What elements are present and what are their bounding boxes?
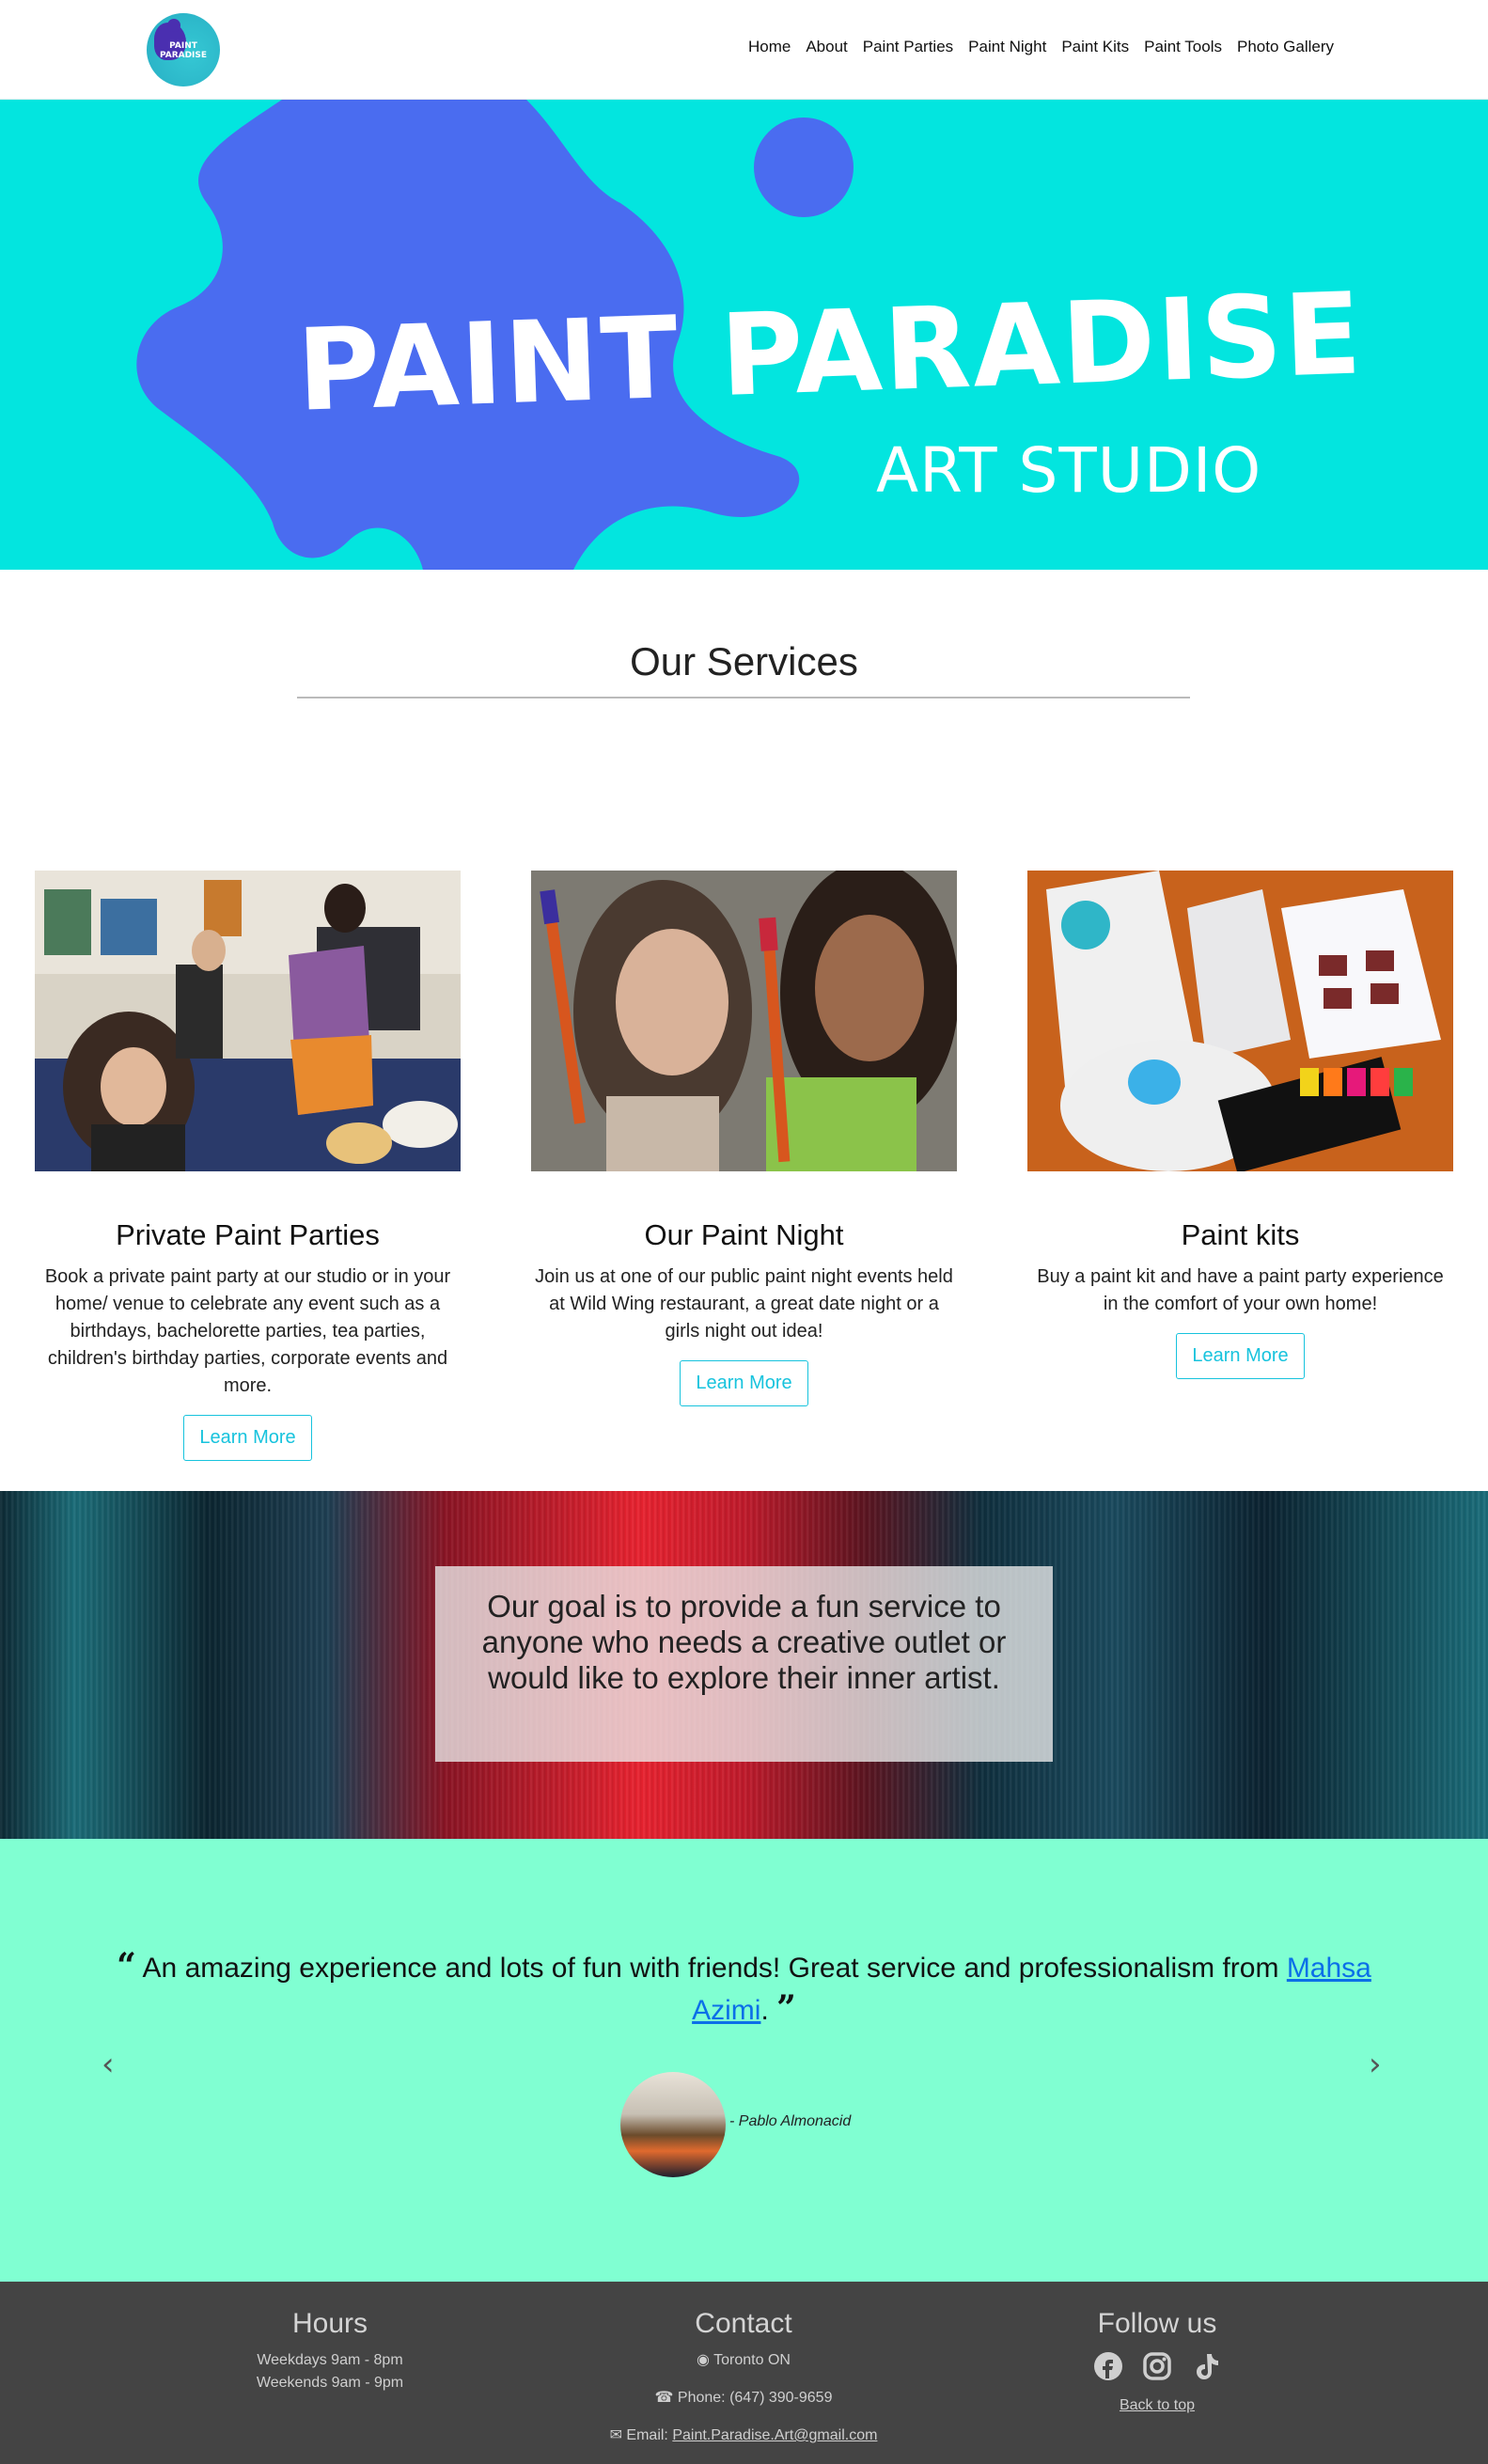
facebook-icon[interactable] (1093, 2351, 1123, 2381)
quote-text: An amazing experience and lots of fun wi… (142, 1953, 1279, 1984)
services-divider (297, 697, 1190, 698)
logo-text: PAINT PARADISE (159, 41, 208, 60)
goal-box: Our goal is to provide a fun service to … (435, 1566, 1053, 1762)
testimonial-section: “ An amazing experience and lots of fun … (0, 1839, 1488, 2282)
phone-icon: ☎ (654, 2390, 674, 2406)
learn-more-button[interactable]: Learn More (1176, 1333, 1305, 1379)
hero-subtitle: ART STUDIO (876, 434, 1262, 507)
contact-email-link[interactable]: Paint.Paradise.Art@gmail.com (672, 2427, 877, 2443)
footer: Hours Weekdays 9am - 8pm Weekends 9am - … (0, 2282, 1488, 2464)
service-card-paint-night: Our Paint Night Join us at one of our pu… (531, 871, 957, 1406)
quote-close-icon: ” (776, 1988, 796, 2028)
service-title: Paint kits (1181, 1218, 1300, 1251)
nav-link-about[interactable]: About (806, 38, 847, 56)
nav-link-paint-tools[interactable]: Paint Tools (1144, 38, 1222, 56)
services-heading: Our Services (630, 639, 858, 683)
nav-link-paint-parties[interactable]: Paint Parties (863, 38, 953, 56)
avatar (620, 2072, 726, 2177)
follow-heading: Follow us (1097, 2308, 1217, 2339)
quote-end-punctuation: . (760, 1995, 769, 2026)
goal-banner: Our goal is to provide a fun service to … (0, 1491, 1488, 1839)
nav-link-photo-gallery[interactable]: Photo Gallery (1237, 38, 1334, 56)
footer-follow: Follow us Back to top (988, 2308, 1326, 2417)
instagram-icon[interactable] (1142, 2351, 1172, 2381)
service-card-paint-kits: Paint kits Buy a paint kit and have a pa… (1027, 871, 1453, 1379)
testimonial-author: - Pablo Almonacid (729, 2113, 852, 2129)
chevron-right-icon[interactable]: › (1369, 2046, 1382, 2083)
service-card-paint-parties: Private Paint Parties Book a private pai… (35, 871, 461, 1461)
learn-more-button[interactable]: Learn More (680, 1360, 808, 1406)
goal-text: Our goal is to provide a fun service to … (481, 1589, 1007, 1695)
learn-more-button[interactable]: Learn More (183, 1415, 312, 1461)
service-title: Private Paint Parties (116, 1218, 380, 1251)
logo[interactable]: PAINT PARADISE (147, 13, 220, 86)
envelope-icon: ✉ (609, 2427, 622, 2443)
tiktok-icon[interactable] (1191, 2351, 1221, 2381)
hours-heading: Hours (291, 2308, 368, 2339)
paint-kit-photo (1027, 871, 1453, 1171)
weekday-hours: Weekdays 9am - 8pm (257, 2352, 403, 2368)
weekend-hours: Weekends 9am - 9pm (256, 2375, 404, 2391)
nav-link-paint-kits[interactable]: Paint Kits (1061, 38, 1129, 56)
service-description: Buy a paint kit and have a paint party e… (1037, 1266, 1444, 1314)
social-links (988, 2351, 1326, 2381)
quote-open-icon: “ (117, 1946, 136, 1985)
chevron-left-icon[interactable]: ‹ (102, 2046, 115, 2083)
paint-party-photo (35, 871, 461, 1171)
main-menu: Home About Paint Parties Paint Night Pai… (733, 38, 1334, 56)
service-description: Book a private paint party at our studio… (44, 1266, 451, 1396)
contact-location: Toronto ON (713, 2352, 791, 2368)
paint-night-photo (531, 871, 957, 1171)
footer-hours: Hours Weekdays 9am - 8pm Weekends 9am - … (161, 2308, 499, 2394)
nav-link-paint-night[interactable]: Paint Night (968, 38, 1046, 56)
back-to-top-link[interactable]: Back to top (1120, 2397, 1195, 2413)
top-navbar: PAINT PARADISE Home About Paint Parties … (0, 0, 1488, 100)
contact-heading: Contact (695, 2308, 792, 2339)
service-title: Our Paint Night (644, 1218, 844, 1251)
contact-phone: Phone: (647) 390-9659 (677, 2390, 833, 2406)
nav-link-home[interactable]: Home (748, 38, 791, 56)
location-icon: ◉ (697, 2352, 710, 2368)
footer-contact: Contact ◉ Toronto ON ☎ Phone: (647) 390-… (574, 2308, 913, 2447)
hero-banner: PAINT PARADISE ART STUDIO (0, 100, 1488, 570)
service-description: Join us at one of our public paint night… (535, 1266, 953, 1342)
testimonial-quote: “ An amazing experience and lots of fun … (85, 1946, 1403, 2031)
email-label: Email: (626, 2427, 668, 2443)
